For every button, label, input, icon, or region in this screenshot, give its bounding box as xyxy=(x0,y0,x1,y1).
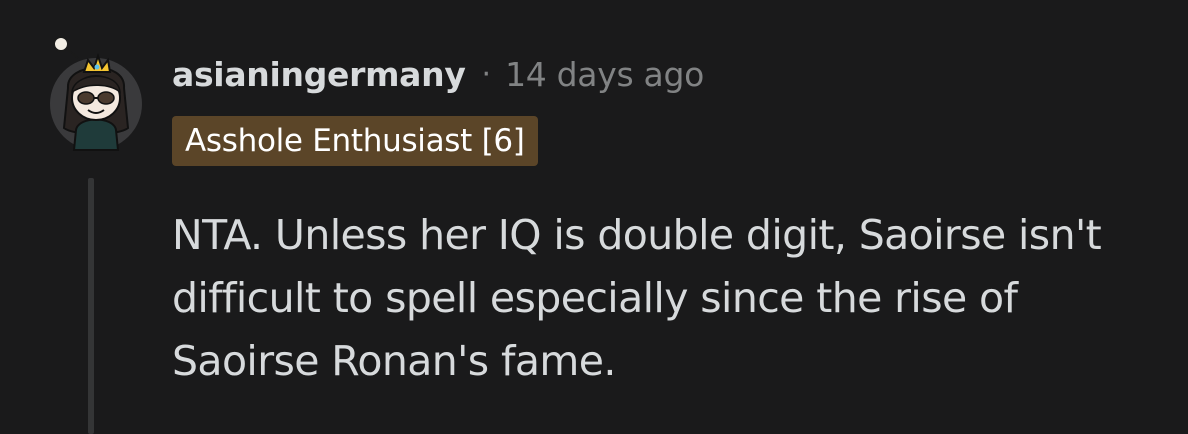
user-flair: Asshole Enthusiast [6] xyxy=(172,116,538,166)
comment-meta: asianingermany · 14 days ago xyxy=(172,50,704,98)
meta-separator: · xyxy=(481,56,492,92)
snoo-avatar-icon xyxy=(50,36,142,151)
username-link[interactable]: asianingermany xyxy=(172,55,466,94)
comment: asianingermany · 14 days ago Asshole Ent… xyxy=(0,0,1188,434)
user-avatar[interactable] xyxy=(48,32,144,152)
comment-body-text: NTA. Unless her IQ is double digit, Saoi… xyxy=(172,211,1102,385)
comment-body: NTA. Unless her IQ is double digit, Saoi… xyxy=(172,204,1162,393)
timestamp-link[interactable]: 14 days ago xyxy=(505,55,704,94)
thread-line[interactable] xyxy=(88,178,94,434)
